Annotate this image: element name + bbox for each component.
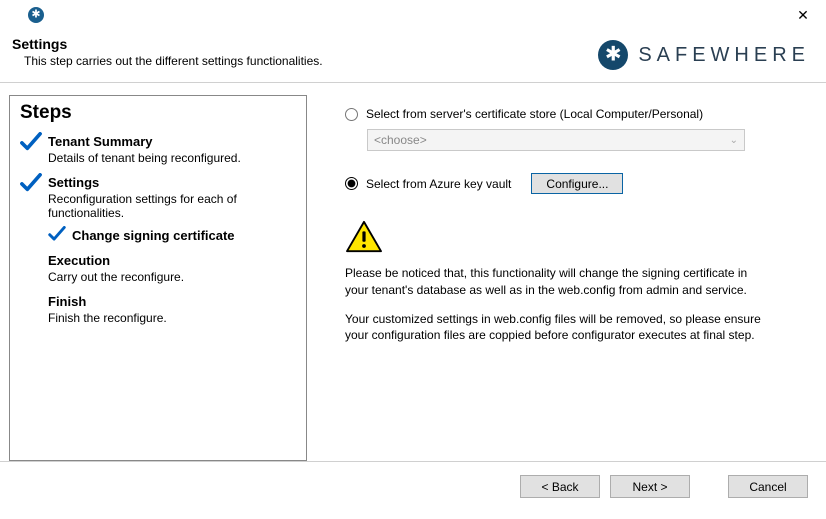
brand: SAFEWHERE [598, 40, 810, 70]
option-azure-vault[interactable]: Select from Azure key vault Configure... [345, 173, 804, 194]
cert-store-dropdown[interactable]: <choose> ⌄ [367, 129, 745, 151]
label-cert-store: Select from server's certificate store (… [366, 107, 703, 121]
step-desc: Finish the reconfigure. [48, 311, 296, 325]
step-finish: Finish Finish the reconfigure. [20, 294, 296, 325]
steps-panel: Steps Tenant Summary Details of tenant b… [9, 95, 307, 461]
step-settings: Settings Reconfiguration settings for ea… [20, 175, 296, 220]
warning-p2: Your customized settings in web.config f… [345, 311, 765, 345]
page-subtitle: This step carries out the different sett… [24, 54, 598, 68]
step-desc: Details of tenant being reconfigured. [48, 151, 296, 165]
next-button[interactable]: Next > [610, 475, 690, 498]
configure-button[interactable]: Configure... [531, 173, 623, 194]
warning-block: Please be noticed that, this functionali… [345, 220, 804, 344]
step-desc: Carry out the reconfigure. [48, 270, 296, 284]
check-icon [20, 132, 42, 155]
radio-cert-store[interactable] [345, 108, 358, 121]
close-button[interactable]: ✕ [788, 3, 818, 27]
footer: < Back Next > Cancel [0, 461, 826, 503]
content: Select from server's certificate store (… [307, 83, 826, 461]
step-execution: Execution Carry out the reconfigure. [20, 253, 296, 284]
app-icon [28, 7, 44, 23]
step-label: Finish [48, 294, 296, 309]
warning-text: Please be noticed that, this functionali… [345, 265, 765, 344]
substep-change-signing-cert: Change signing certificate [20, 228, 296, 243]
steps-heading: Steps [20, 102, 296, 124]
page-title: Settings [12, 36, 598, 52]
step-label: Settings [48, 175, 296, 190]
check-icon [20, 173, 42, 196]
step-tenant-summary: Tenant Summary Details of tenant being r… [20, 134, 296, 165]
step-desc: Reconfiguration settings for each of fun… [48, 192, 296, 220]
option-cert-store[interactable]: Select from server's certificate store (… [345, 107, 804, 121]
cancel-button[interactable]: Cancel [728, 475, 808, 498]
warning-p1: Please be noticed that, this functionali… [345, 265, 765, 299]
back-button[interactable]: < Back [520, 475, 600, 498]
radio-azure-vault[interactable] [345, 177, 358, 190]
check-icon [48, 226, 66, 245]
brand-icon [598, 40, 628, 70]
header: Settings This step carries out the diffe… [0, 30, 826, 82]
step-label: Execution [48, 253, 296, 268]
label-azure-vault: Select from Azure key vault [366, 177, 511, 191]
brand-text: SAFEWHERE [638, 44, 810, 67]
chevron-down-icon: ⌄ [730, 135, 738, 146]
warning-icon [345, 220, 804, 257]
dropdown-placeholder: <choose> [374, 133, 427, 147]
titlebar: ✕ [0, 0, 826, 30]
step-label: Tenant Summary [48, 134, 296, 149]
substep-label: Change signing certificate [72, 228, 296, 243]
